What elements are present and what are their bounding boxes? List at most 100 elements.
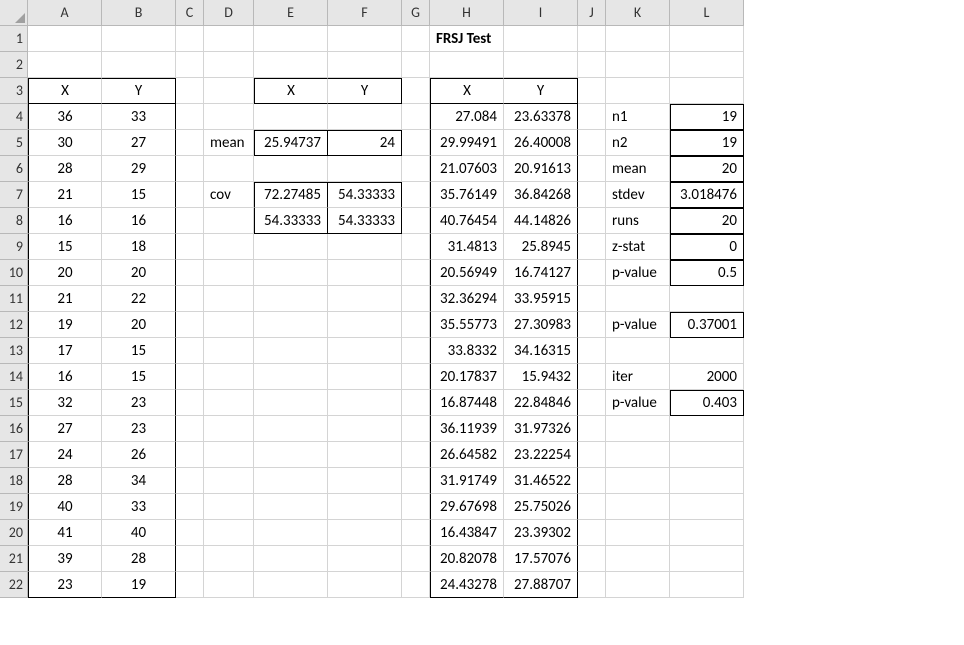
cell-J7[interactable] (578, 182, 606, 208)
cell-K14[interactable]: iter (606, 364, 670, 390)
cell-I18[interactable]: 31.46522 (504, 468, 578, 494)
cell-E12[interactable] (254, 312, 328, 338)
cell-G17[interactable] (402, 442, 430, 468)
cell-H4[interactable]: 27.084 (430, 104, 504, 130)
cell-D21[interactable] (204, 546, 254, 572)
cell-D5[interactable]: mean (204, 130, 254, 156)
cell-G8[interactable] (402, 208, 430, 234)
row-header-15[interactable]: 15 (0, 390, 28, 416)
cell-F16[interactable] (328, 416, 402, 442)
cell-B18[interactable]: 34 (102, 468, 176, 494)
row-header-11[interactable]: 11 (0, 286, 28, 312)
cell-C22[interactable] (176, 572, 204, 598)
cell-C2[interactable] (176, 52, 204, 78)
cell-B9[interactable]: 18 (102, 234, 176, 260)
cell-H21[interactable]: 20.82078 (430, 546, 504, 572)
cell-L12[interactable]: 0.37001 (670, 312, 744, 338)
cell-J21[interactable] (578, 546, 606, 572)
cell-C7[interactable] (176, 182, 204, 208)
cell-C18[interactable] (176, 468, 204, 494)
cell-C21[interactable] (176, 546, 204, 572)
cell-I4[interactable]: 23.63378 (504, 104, 578, 130)
cell-L9[interactable]: 0 (670, 234, 744, 260)
cell-L20[interactable] (670, 520, 744, 546)
cell-A17[interactable]: 24 (28, 442, 102, 468)
cell-A2[interactable] (28, 52, 102, 78)
cell-L17[interactable] (670, 442, 744, 468)
cell-I5[interactable]: 26.40008 (504, 130, 578, 156)
cell-G13[interactable] (402, 338, 430, 364)
row-header-18[interactable]: 18 (0, 468, 28, 494)
cell-B1[interactable] (102, 26, 176, 52)
cell-I13[interactable]: 34.16315 (504, 338, 578, 364)
page-title[interactable]: FRSJ Test (430, 26, 504, 52)
cell-F22[interactable] (328, 572, 402, 598)
cell-D15[interactable] (204, 390, 254, 416)
cell-H19[interactable]: 29.67698 (430, 494, 504, 520)
cell-K7[interactable]: stdev (606, 182, 670, 208)
cell-J10[interactable] (578, 260, 606, 286)
cell-B2[interactable] (102, 52, 176, 78)
cell-B10[interactable]: 20 (102, 260, 176, 286)
cell-A18[interactable]: 28 (28, 468, 102, 494)
cell-E17[interactable] (254, 442, 328, 468)
cell-A3[interactable]: X (28, 78, 102, 104)
cell-H3[interactable]: X (430, 78, 504, 104)
column-header-A[interactable]: A (28, 0, 102, 26)
cell-D17[interactable] (204, 442, 254, 468)
cell-G19[interactable] (402, 494, 430, 520)
cell-A20[interactable]: 41 (28, 520, 102, 546)
cell-F18[interactable] (328, 468, 402, 494)
cell-C3[interactable] (176, 78, 204, 104)
cell-A19[interactable]: 40 (28, 494, 102, 520)
cell-K4[interactable]: n1 (606, 104, 670, 130)
cell-H2[interactable] (430, 52, 504, 78)
cell-C15[interactable] (176, 390, 204, 416)
cell-H6[interactable]: 21.07603 (430, 156, 504, 182)
cell-B22[interactable]: 19 (102, 572, 176, 598)
cell-L8[interactable]: 20 (670, 208, 744, 234)
cell-F20[interactable] (328, 520, 402, 546)
cell-G14[interactable] (402, 364, 430, 390)
cell-G22[interactable] (402, 572, 430, 598)
cell-K15[interactable]: p-value (606, 390, 670, 416)
column-header-K[interactable]: K (606, 0, 670, 26)
cell-D4[interactable] (204, 104, 254, 130)
column-header-C[interactable]: C (176, 0, 204, 26)
column-header-L[interactable]: L (670, 0, 744, 26)
cell-D19[interactable] (204, 494, 254, 520)
cell-K10[interactable]: p-value (606, 260, 670, 286)
cell-B13[interactable]: 15 (102, 338, 176, 364)
cell-J20[interactable] (578, 520, 606, 546)
cell-G2[interactable] (402, 52, 430, 78)
cell-H15[interactable]: 16.87448 (430, 390, 504, 416)
cell-A6[interactable]: 28 (28, 156, 102, 182)
cell-C14[interactable] (176, 364, 204, 390)
cell-F5[interactable]: 24 (328, 130, 402, 156)
cell-F21[interactable] (328, 546, 402, 572)
cell-C20[interactable] (176, 520, 204, 546)
cell-B8[interactable]: 16 (102, 208, 176, 234)
cell-C17[interactable] (176, 442, 204, 468)
cell-A8[interactable]: 16 (28, 208, 102, 234)
cell-I19[interactable]: 25.75026 (504, 494, 578, 520)
cell-F17[interactable] (328, 442, 402, 468)
cell-D10[interactable] (204, 260, 254, 286)
cell-I14[interactable]: 15.9432 (504, 364, 578, 390)
cell-C1[interactable] (176, 26, 204, 52)
row-header-7[interactable]: 7 (0, 182, 28, 208)
row-header-12[interactable]: 12 (0, 312, 28, 338)
cell-F11[interactable] (328, 286, 402, 312)
cell-B16[interactable]: 23 (102, 416, 176, 442)
cell-F7[interactable]: 54.33333 (328, 182, 402, 208)
cell-J12[interactable] (578, 312, 606, 338)
cell-H5[interactable]: 29.99491 (430, 130, 504, 156)
cell-H18[interactable]: 31.91749 (430, 468, 504, 494)
cell-J17[interactable] (578, 442, 606, 468)
cell-H9[interactable]: 31.4813 (430, 234, 504, 260)
cell-L21[interactable] (670, 546, 744, 572)
cell-D6[interactable] (204, 156, 254, 182)
cell-L19[interactable] (670, 494, 744, 520)
column-header-H[interactable]: H (430, 0, 504, 26)
cell-H16[interactable]: 36.11939 (430, 416, 504, 442)
